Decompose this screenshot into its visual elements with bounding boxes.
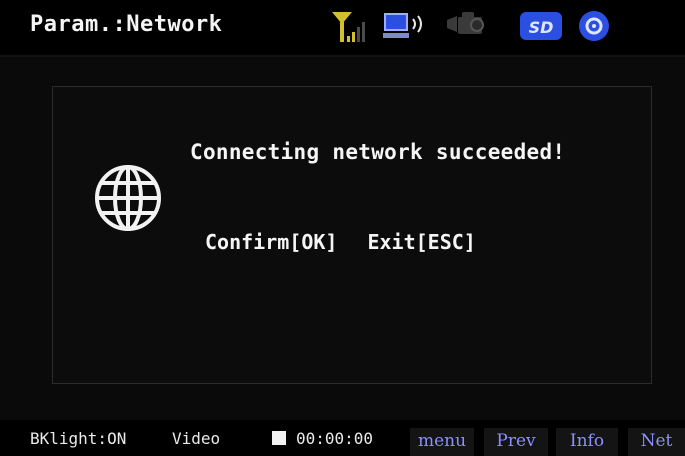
camera-icon — [446, 8, 494, 48]
dialog-actions: Confirm[OK] Exit[ESC] — [205, 230, 476, 254]
record-timer: 00:00:00 — [296, 429, 374, 448]
antenna-signal-icon — [330, 8, 372, 48]
disc-icon — [574, 8, 614, 48]
sd-card-icon: SD — [518, 8, 566, 48]
softkey-info[interactable]: Info — [556, 428, 618, 456]
confirm-button[interactable]: Confirm[OK] — [205, 230, 337, 254]
status-message: Connecting network succeeded! — [190, 140, 566, 164]
globe-icon — [90, 160, 166, 240]
softkey-prev[interactable]: Prev — [484, 428, 548, 456]
header-bar: Param.:Network SD — [0, 0, 685, 56]
record-indicator — [272, 431, 286, 445]
header-divider — [0, 55, 685, 57]
backlight-status: BKlight:ON — [30, 429, 127, 448]
softkey-net[interactable]: Net — [628, 428, 685, 456]
exit-button[interactable]: Exit[ESC] — [367, 230, 475, 254]
mode-label: Video — [172, 429, 221, 448]
svg-text:SD: SD — [529, 18, 554, 37]
page-title: Param.:Network — [30, 12, 223, 37]
softkey-menu[interactable]: menu — [410, 428, 474, 456]
computer-audio-icon — [382, 8, 436, 48]
